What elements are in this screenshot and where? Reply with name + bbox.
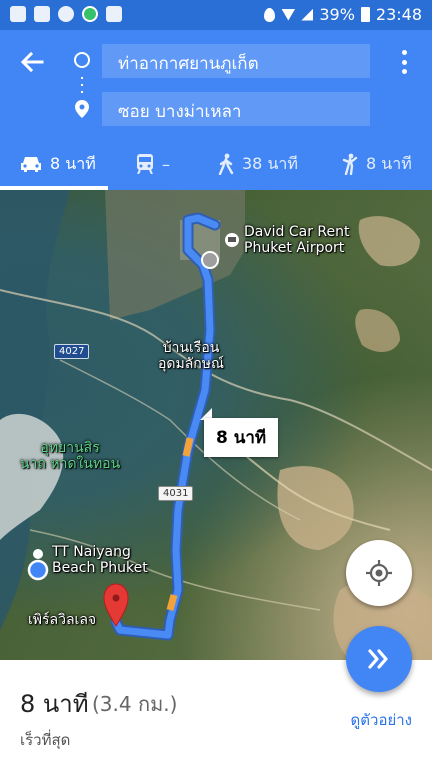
battery-percent: 39% [319, 5, 355, 24]
preview-label[interactable]: ดูตัวอย่าง [351, 708, 412, 732]
origin-field[interactable]: ท่าอากาศยานภูเก็ต [102, 44, 370, 78]
signal-icon [301, 8, 314, 21]
status-bar: 39% 23:48 [0, 0, 432, 30]
tab-walk[interactable]: 38 นาที [218, 142, 298, 186]
park-line-1: อุทยานสิร [40, 440, 100, 456]
route-dots-icon [81, 74, 83, 96]
ride-icon [342, 153, 358, 175]
map-view[interactable]: 4027 4031 David Car Rent Phuket Airport … [0, 190, 432, 660]
tab-transit[interactable]: – [136, 142, 170, 186]
battery-icon [360, 7, 370, 22]
drive-time: 8 นาที [50, 153, 96, 173]
my-location-button[interactable] [346, 540, 412, 606]
walk-icon [218, 153, 234, 175]
car-rent-label[interactable]: David Car Rent Phuket Airport [244, 224, 350, 256]
destination-field[interactable]: ซอย บางม่าเหลา [102, 92, 370, 126]
village-line-1: บ้านเรือน [162, 340, 220, 356]
youtube-icon [106, 6, 122, 22]
preview-button[interactable] [346, 626, 412, 692]
image-icon [10, 6, 26, 22]
travel-mode-tabs: 8 นาที – 38 นาที 8 นาที [0, 142, 432, 190]
route-time-callout[interactable]: 8 นาที [204, 418, 279, 457]
transit-time: – [162, 154, 170, 174]
more-dot [402, 69, 407, 74]
route-distance: (3.4 กม.) [92, 692, 178, 716]
crosshair-icon [366, 560, 392, 586]
back-button[interactable] [18, 48, 46, 76]
hotel-label[interactable]: TT Naiyang Beach Phuket [52, 544, 148, 576]
route-markers [72, 52, 92, 122]
car-icon [21, 157, 41, 172]
hotel-line-2: Beach Phuket [52, 560, 148, 576]
road-badge-4031: 4031 [158, 486, 194, 501]
wifi-icon [281, 8, 296, 21]
more-dot [402, 59, 407, 65]
route-duration: 8 นาที [20, 690, 89, 718]
walk-time: 38 นาที [242, 153, 298, 173]
phone-app-icon [82, 6, 98, 22]
village-label: บ้านเรือน อุดมลักษณ์ [158, 340, 224, 372]
double-chevron-right-icon [368, 649, 388, 669]
village-line-2: อุดมลักษณ์ [158, 356, 225, 372]
car-rent-name: David Car Rent [244, 224, 350, 240]
road-badge-4027: 4027 [54, 344, 90, 359]
notification-icons [10, 6, 122, 22]
destination-label: เพิร์ลวิลเลจ [28, 612, 97, 628]
tab-rideshare[interactable]: 8 นาที [340, 142, 412, 186]
location-icon [264, 7, 276, 22]
clock: 23:48 [375, 5, 422, 24]
chat-icon [58, 6, 74, 22]
car-rent-place: Phuket Airport [244, 240, 345, 256]
destination-pin-icon [75, 100, 89, 118]
route-subtitle: เร็วที่สุด [20, 731, 71, 749]
train-icon [137, 154, 153, 174]
tab-drive[interactable]: 8 นาที [20, 142, 96, 186]
origin-circle-icon [74, 52, 90, 68]
more-dot [402, 50, 407, 55]
directions-header: ท่าอากาศยานภูเก็ต ซอย บางม่าเหลา 8 นาที … [0, 30, 432, 190]
hotel-line-1: TT Naiyang [52, 544, 131, 560]
national-park-label: อุทยานสิร นาถ หาดในทอน [20, 440, 120, 472]
system-icons: 39% 23:48 [264, 5, 422, 24]
more-options-button[interactable] [402, 50, 410, 74]
park-line-2: นาถ หาดในทอน [20, 456, 121, 472]
rideshare-time: 8 นาที [366, 153, 412, 173]
arrow-left-icon [20, 51, 44, 73]
maps-icon [34, 6, 50, 22]
